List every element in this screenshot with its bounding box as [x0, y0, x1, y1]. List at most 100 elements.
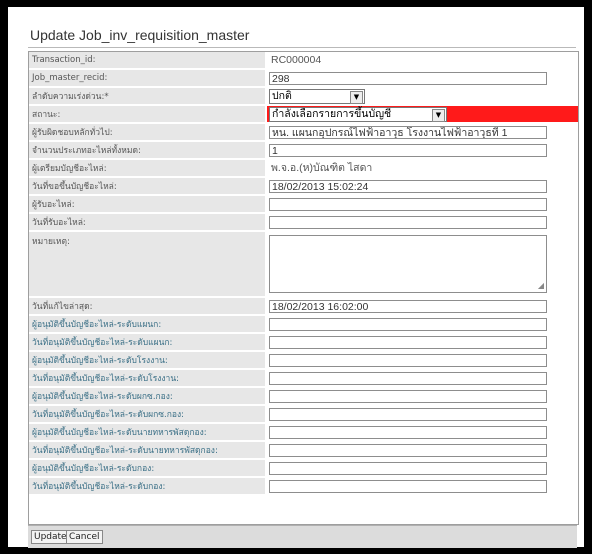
field-label: วันที่ขอขึ้นบัญชีอะไหล่: — [29, 177, 267, 196]
resize-grip-icon[interactable]: ◢ — [538, 282, 544, 290]
text-input[interactable] — [269, 197, 547, 211]
field-label: Transaction_id: — [29, 52, 267, 70]
chevron-down-icon[interactable]: ▼ — [350, 90, 363, 104]
text-input[interactable] — [269, 443, 547, 457]
form-row: ลำดับความเร่งด่วน:* ปกติ ▼ — [29, 87, 578, 106]
text-input[interactable] — [269, 335, 547, 349]
text-input[interactable]: 18/02/2013 15:02:24 — [269, 179, 547, 193]
text-input[interactable]: 298 — [269, 71, 547, 85]
dialog-frame: Update Job_inv_requisition_master Transa… — [8, 7, 584, 548]
field-value-cell — [266, 441, 578, 460]
field-value-cell: 18/02/2013 15:02:24 — [266, 177, 578, 196]
field-label: วันที่อนุมัติขึ้นบัญชีอะไหล่-ระดับผกซ.กอ… — [29, 405, 267, 424]
field-label: Job_master_recid: — [29, 69, 267, 88]
form-row: จำนวนประเภทอะไหล่ทั้งหมด: 1 — [29, 141, 578, 160]
form-row: วันที่อนุมัติขึ้นบัญชีอะไหล่-ระดับโรงงาน… — [29, 369, 578, 388]
field-value-cell: ปกติ ▼ — [266, 87, 578, 106]
form-row: ผู้รับอะไหล่: — [29, 195, 578, 214]
text-input[interactable] — [269, 215, 547, 229]
form-row: วันที่อนุมัติขึ้นบัญชีอะไหล่-ระดับผกซ.กอ… — [29, 405, 578, 424]
field-value-cell: 298 — [266, 69, 578, 88]
field-value-cell — [266, 423, 578, 442]
form-row: วันที่อนุมัติขึ้นบัญชีอะไหล่-ระดับแผนก: — [29, 333, 578, 352]
select-value: กำลังเลือกรายการขึ้นบัญชี — [272, 107, 392, 120]
update-button[interactable]: Update — [31, 530, 70, 544]
field-label: วันที่รับอะไหล่: — [29, 213, 267, 232]
cancel-button[interactable]: Cancel — [66, 530, 103, 544]
form-row: สถานะ: กำลังเลือกรายการขึ้นบัญชี ▼ — [29, 105, 578, 124]
field-label: ผู้อนุมัติขึ้นบัญชีอะไหล่-ระดับกอง: — [29, 459, 267, 478]
field-value-cell: พ.จ.อ.(ห)บัณฑิต ไสดา — [266, 159, 578, 178]
field-value-cell: RC000004 — [266, 52, 578, 70]
field-label: ผู้อนุมัติขึ้นบัญชีอะไหล่-ระดับแผนก: — [29, 315, 267, 334]
field-value-cell: กำลังเลือกรายการขึ้นบัญชี ▼ — [266, 105, 578, 124]
field-value-cell — [266, 195, 578, 214]
text-input[interactable]: หน. แผนกอุปกรณ์ไฟฟ้าอาวุธ โรงงานไฟฟ้าอาว… — [269, 125, 547, 139]
field-label: หมายเหตุ: — [29, 231, 267, 298]
field-label: วันที่อนุมัติขึ้นบัญชีอะไหล่-ระดับแผนก: — [29, 333, 267, 352]
priority-select[interactable]: ปกติ ▼ — [269, 88, 365, 104]
form-row: ผู้เตรียมบัญชีอะไหล่: พ.จ.อ.(ห)บัณฑิต ไสด… — [29, 159, 578, 178]
text-input[interactable] — [269, 389, 547, 403]
select-value: ปกติ — [272, 89, 292, 102]
form-row: Transaction_id: RC000004 — [29, 52, 578, 70]
field-label: ลำดับความเร่งด่วน:* — [29, 87, 267, 106]
form-row: ผู้อนุมัติขึ้นบัญชีอะไหล่-ระดับโรงงาน: — [29, 351, 578, 370]
chevron-down-icon[interactable]: ▼ — [432, 108, 445, 122]
status-select[interactable]: กำลังเลือกรายการขึ้นบัญชี ▼ — [269, 106, 447, 122]
title-divider — [28, 47, 576, 48]
form-row: Job_master_recid: 298 — [29, 69, 578, 88]
text-input[interactable] — [269, 407, 547, 421]
form-row: วันที่แก้ไขล่าสุด: 18/02/2013 16:02:00 — [29, 297, 578, 316]
form-row: ผู้รับผิดชอบหลักทั่วไป: หน. แผนกอุปกรณ์ไฟ… — [29, 123, 578, 142]
readonly-value: RC000004 — [271, 53, 322, 66]
field-value-cell: 18/02/2013 16:02:00 — [266, 297, 578, 316]
text-input[interactable] — [269, 353, 547, 367]
text-input[interactable] — [269, 425, 547, 439]
form-row: วันที่รับอะไหล่: — [29, 213, 578, 232]
text-input[interactable]: 1 — [269, 143, 547, 157]
form-row: วันที่อนุมัติขึ้นบัญชีอะไหล่-ระดับนายทหา… — [29, 441, 578, 460]
field-label: ผู้อนุมัติขึ้นบัญชีอะไหล่-ระดับผกซ.กอง: — [29, 387, 267, 406]
form-row: ผู้อนุมัติขึ้นบัญชีอะไหล่-ระดับผกซ.กอง: — [29, 387, 578, 406]
field-label: วันที่แก้ไขล่าสุด: — [29, 297, 267, 316]
text-input[interactable]: 18/02/2013 16:02:00 — [269, 299, 547, 313]
field-label: ผู้อนุมัติขึ้นบัญชีอะไหล่-ระดับนายทหารพั… — [29, 423, 267, 442]
form-row: วันที่อนุมัติขึ้นบัญชีอะไหล่-ระดับกอง: — [29, 477, 578, 496]
field-value-cell — [266, 315, 578, 334]
form-row: ผู้อนุมัติขึ้นบัญชีอะไหล่-ระดับกอง: — [29, 459, 578, 478]
text-input[interactable] — [269, 371, 547, 385]
text-input[interactable] — [269, 317, 547, 331]
form-row: ผู้อนุมัติขึ้นบัญชีอะไหล่-ระดับนายทหารพั… — [29, 423, 578, 442]
field-value-cell — [266, 213, 578, 232]
field-value-cell — [266, 369, 578, 388]
field-label: วันที่อนุมัติขึ้นบัญชีอะไหล่-ระดับกอง: — [29, 477, 267, 496]
form-row: ผู้อนุมัติขึ้นบัญชีอะไหล่-ระดับแผนก: — [29, 315, 578, 334]
field-label: จำนวนประเภทอะไหล่ทั้งหมด: — [29, 141, 267, 160]
field-value-cell — [266, 387, 578, 406]
text-input[interactable] — [269, 479, 547, 493]
readonly-value: พ.จ.อ.(ห)บัณฑิต ไสดา — [271, 161, 373, 174]
field-label: ผู้รับผิดชอบหลักทั่วไป: — [29, 123, 267, 142]
field-value-cell — [266, 477, 578, 496]
field-label: วันที่อนุมัติขึ้นบัญชีอะไหล่-ระดับโรงงาน… — [29, 369, 267, 388]
edit-form: Transaction_id: RC000004 Job_master_recid:… — [28, 51, 579, 525]
text-input[interactable] — [269, 461, 547, 475]
field-label: วันที่อนุมัติขึ้นบัญชีอะไหล่-ระดับนายทหา… — [29, 441, 267, 460]
form-row: หมายเหตุ: ◢ — [29, 231, 578, 298]
remarks-textarea[interactable]: ◢ — [269, 235, 547, 293]
field-value-cell — [266, 333, 578, 352]
form-table: Transaction_id: RC000004 Job_master_recid:… — [29, 52, 578, 496]
field-value-cell: ◢ — [266, 231, 578, 298]
field-value-cell — [266, 351, 578, 370]
field-label: ผู้รับอะไหล่: — [29, 195, 267, 214]
field-value-cell: หน. แผนกอุปกรณ์ไฟฟ้าอาวุธ โรงงานไฟฟ้าอาว… — [266, 123, 578, 142]
field-value-cell — [266, 405, 578, 424]
field-label: สถานะ: — [29, 105, 267, 124]
field-value-cell: 1 — [266, 141, 578, 160]
field-label: ผู้เตรียมบัญชีอะไหล่: — [29, 159, 267, 178]
field-value-cell — [266, 459, 578, 478]
form-footer: Update Cancel — [28, 525, 577, 548]
field-label: ผู้อนุมัติขึ้นบัญชีอะไหล่-ระดับโรงงาน: — [29, 351, 267, 370]
form-row: วันที่ขอขึ้นบัญชีอะไหล่: 18/02/2013 15:02… — [29, 177, 578, 196]
